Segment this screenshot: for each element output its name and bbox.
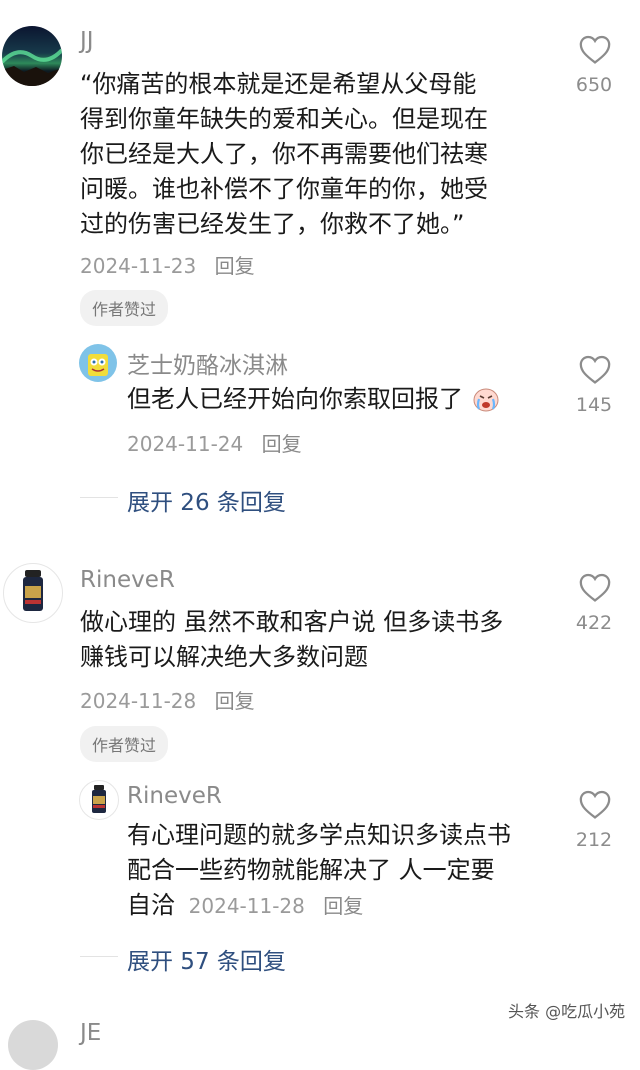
spongebob-avatar-image xyxy=(88,354,108,376)
comment-text-line: 过的伤害已经发生了，你救不了她。” xyxy=(80,210,465,238)
expand-replies-link[interactable]: 展开 57 条回复 xyxy=(127,942,286,976)
avatar-reply-rinever[interactable] xyxy=(79,780,119,820)
reply-text-line: 自洽 2024-11-28 回复 xyxy=(127,888,511,924)
comment-text-line: 赚钱可以解决绝大多数问题 xyxy=(80,643,368,671)
comment-username[interactable]: JE xyxy=(80,1020,101,1046)
comment-text-line: 问暖。谁也补偿不了你童年的你，她受 xyxy=(80,175,488,203)
reply-text: 有心理问题的就多学点知识多读点书 配合一些药物就能解决了 人一定要 自洽 202… xyxy=(127,818,511,924)
author-liked-badge: 作者赞过 xyxy=(80,290,169,326)
heart-outline-icon[interactable] xyxy=(578,571,612,603)
reply-username[interactable]: RineveR xyxy=(127,783,222,809)
comment-meta: 2024-11-28 回复 xyxy=(80,685,255,714)
like-count: 145 xyxy=(575,394,613,416)
comment-text-line: 得到你童年缺失的爱和关心。但是现在 xyxy=(80,105,488,133)
avatar-rinever[interactable] xyxy=(3,563,63,623)
avatar-next[interactable] xyxy=(8,1020,58,1070)
aurora-avatar-image xyxy=(2,48,62,86)
like-count: 422 xyxy=(575,612,613,634)
reply-text-line: 配合一些药物就能解决了 人一定要 xyxy=(127,856,495,884)
expand-divider xyxy=(80,956,118,957)
reply-text: 但老人已经开始向你索取回报了 xyxy=(127,382,501,417)
reply-text-tail: 自洽 xyxy=(127,891,175,919)
like-count: 650 xyxy=(575,74,613,96)
comment-text-line: “你痛苦的根本就是还是希望从父母能 xyxy=(80,70,477,98)
expand-replies-link[interactable]: 展开 26 条回复 xyxy=(127,483,286,517)
crying-face-emoji-icon xyxy=(473,388,499,412)
reply-button[interactable]: 回复 xyxy=(323,894,363,918)
heart-outline-icon[interactable] xyxy=(578,788,612,820)
watermark: 头条 @吃瓜小苑 xyxy=(508,1002,626,1021)
spice-jar-avatar-image xyxy=(92,785,106,813)
reply-meta: 2024-11-24 回复 xyxy=(127,428,302,457)
comment-text-line: 做心理的 虽然不敢和客户说 但多读书多 xyxy=(80,608,504,636)
comment-meta: 2024-11-23 回复 xyxy=(80,250,255,279)
avatar-jj[interactable] xyxy=(2,26,62,86)
avatar-reply-user[interactable] xyxy=(79,344,117,382)
comment-username[interactable]: JJ xyxy=(80,28,94,54)
like-count: 212 xyxy=(575,829,613,851)
reply-text-line: 有心理问题的就多学点知识多读点书 xyxy=(127,821,511,849)
reply-username[interactable]: 芝士奶酪冰淇淋 xyxy=(127,346,288,380)
comment-date: 2024-11-28 xyxy=(80,689,197,713)
comment-text-line: 你已经是大人了，你不再需要他们祛寒 xyxy=(80,140,488,168)
comment-text: “你痛苦的根本就是还是希望从父母能 得到你童年缺失的爱和关心。但是现在 你已经是… xyxy=(80,67,488,242)
comment-date: 2024-11-23 xyxy=(80,254,197,278)
expand-divider xyxy=(80,497,118,498)
author-liked-badge: 作者赞过 xyxy=(80,726,169,762)
comment-text: 做心理的 虽然不敢和客户说 但多读书多 赚钱可以解决绝大多数问题 xyxy=(80,605,503,675)
heart-outline-icon[interactable] xyxy=(578,353,612,385)
reply-button[interactable]: 回复 xyxy=(215,254,255,278)
spice-jar-avatar-image xyxy=(23,570,43,611)
reply-date: 2024-11-24 xyxy=(127,432,244,456)
reply-date: 2024-11-28 xyxy=(188,894,305,918)
reply-button[interactable]: 回复 xyxy=(262,432,302,456)
reply-button[interactable]: 回复 xyxy=(215,689,255,713)
reply-meta: 2024-11-28 回复 xyxy=(189,894,364,918)
heart-outline-icon[interactable] xyxy=(578,33,612,65)
reply-text-content: 但老人已经开始向你索取回报了 xyxy=(127,385,463,413)
comment-username[interactable]: RineveR xyxy=(80,567,175,593)
